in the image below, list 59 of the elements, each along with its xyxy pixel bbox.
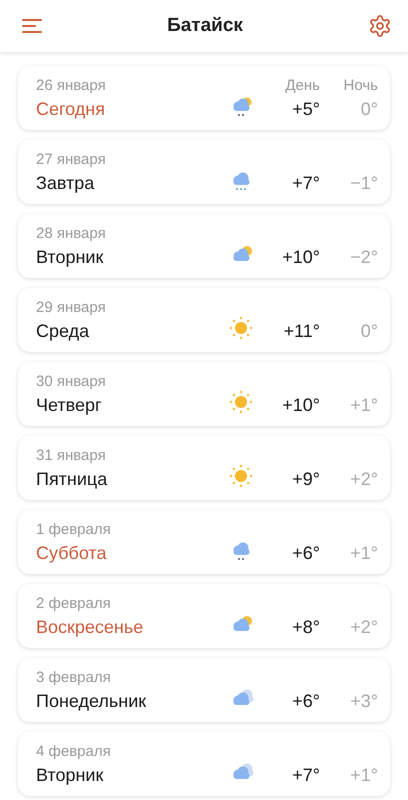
night-temperature: +1°: [350, 394, 378, 416]
day-card[interactable]: 2 февраля Воскресенье +8° +2°: [18, 584, 390, 648]
day-date: 28 января: [36, 224, 107, 242]
night-temperature: 0°: [360, 320, 378, 342]
day-temperature: +7°: [292, 172, 320, 194]
night-temperature: −1°: [350, 172, 378, 194]
day-temperature: +7°: [292, 764, 320, 786]
sun-icon: [229, 316, 253, 340]
night-column-header: Ночь: [344, 76, 378, 94]
day-card[interactable]: 4 февраля Вторник +7° +1°: [18, 732, 390, 796]
day-temperature: +6°: [292, 690, 320, 712]
day-card[interactable]: 3 февраля Понедельник +6° +3°: [18, 658, 390, 722]
day-date: 2 февраля: [36, 594, 112, 612]
day-date: 26 января: [36, 76, 107, 94]
day-name: Сегодня: [36, 98, 106, 120]
night-temperature: +2°: [350, 468, 378, 490]
night-temperature: +3°: [350, 690, 378, 712]
day-name: Четверг: [36, 394, 103, 416]
day-date: 27 января: [36, 150, 107, 168]
night-temperature: +1°: [350, 542, 378, 564]
day-temperature: +10°: [282, 394, 320, 416]
night-temperature: +1°: [350, 764, 378, 786]
day-card[interactable]: 28 января Вторник +10° −2°: [18, 214, 390, 278]
day-name: Суббота: [36, 542, 108, 564]
day-date: 1 февраля: [36, 520, 112, 538]
day-column-header: День: [285, 76, 320, 94]
day-date: 4 февраля: [36, 742, 112, 760]
day-card[interactable]: 31 января Пятница +9° +2°: [18, 436, 390, 500]
day-card[interactable]: 29 января Среда +11° 0°: [18, 288, 390, 352]
menu-icon: [22, 18, 42, 34]
day-date: 31 января: [36, 446, 107, 464]
day-card[interactable]: 26 января Сегодня День +5° Ночь 0°: [18, 66, 390, 130]
day-name: Вторник: [36, 246, 104, 268]
day-card[interactable]: 30 января Четверг +10° +1°: [18, 362, 390, 426]
day-temperature: +6°: [292, 542, 320, 564]
day-temperature: +8°: [292, 616, 320, 638]
sun-icon: [229, 390, 253, 414]
day-name: Завтра: [36, 172, 96, 194]
day-temperature: +9°: [292, 468, 320, 490]
day-name: Вторник: [36, 764, 104, 786]
day-name: Пятница: [36, 468, 108, 490]
settings-icon: [368, 14, 392, 38]
day-date: 3 февраля: [36, 668, 112, 686]
night-temperature: 0°: [360, 98, 378, 120]
night-temperature: −2°: [350, 246, 378, 268]
day-card[interactable]: 27 января Завтра +7° −1°: [18, 140, 390, 204]
day-name: Среда: [36, 320, 90, 342]
night-temperature: +2°: [350, 616, 378, 638]
day-name: Воскресенье: [36, 616, 144, 638]
day-card[interactable]: 1 февраля Суббота +6° +1°: [18, 510, 390, 574]
day-date: 30 января: [36, 372, 107, 390]
city-title: Батайск: [167, 15, 243, 37]
day-date: 29 января: [36, 298, 107, 316]
sun-icon: [229, 464, 253, 488]
day-temperature: +10°: [282, 246, 320, 268]
day-name: Понедельник: [36, 690, 148, 712]
day-temperature: +11°: [284, 320, 320, 342]
menu-button[interactable]: [20, 16, 44, 36]
day-temperature: +5°: [292, 98, 320, 120]
